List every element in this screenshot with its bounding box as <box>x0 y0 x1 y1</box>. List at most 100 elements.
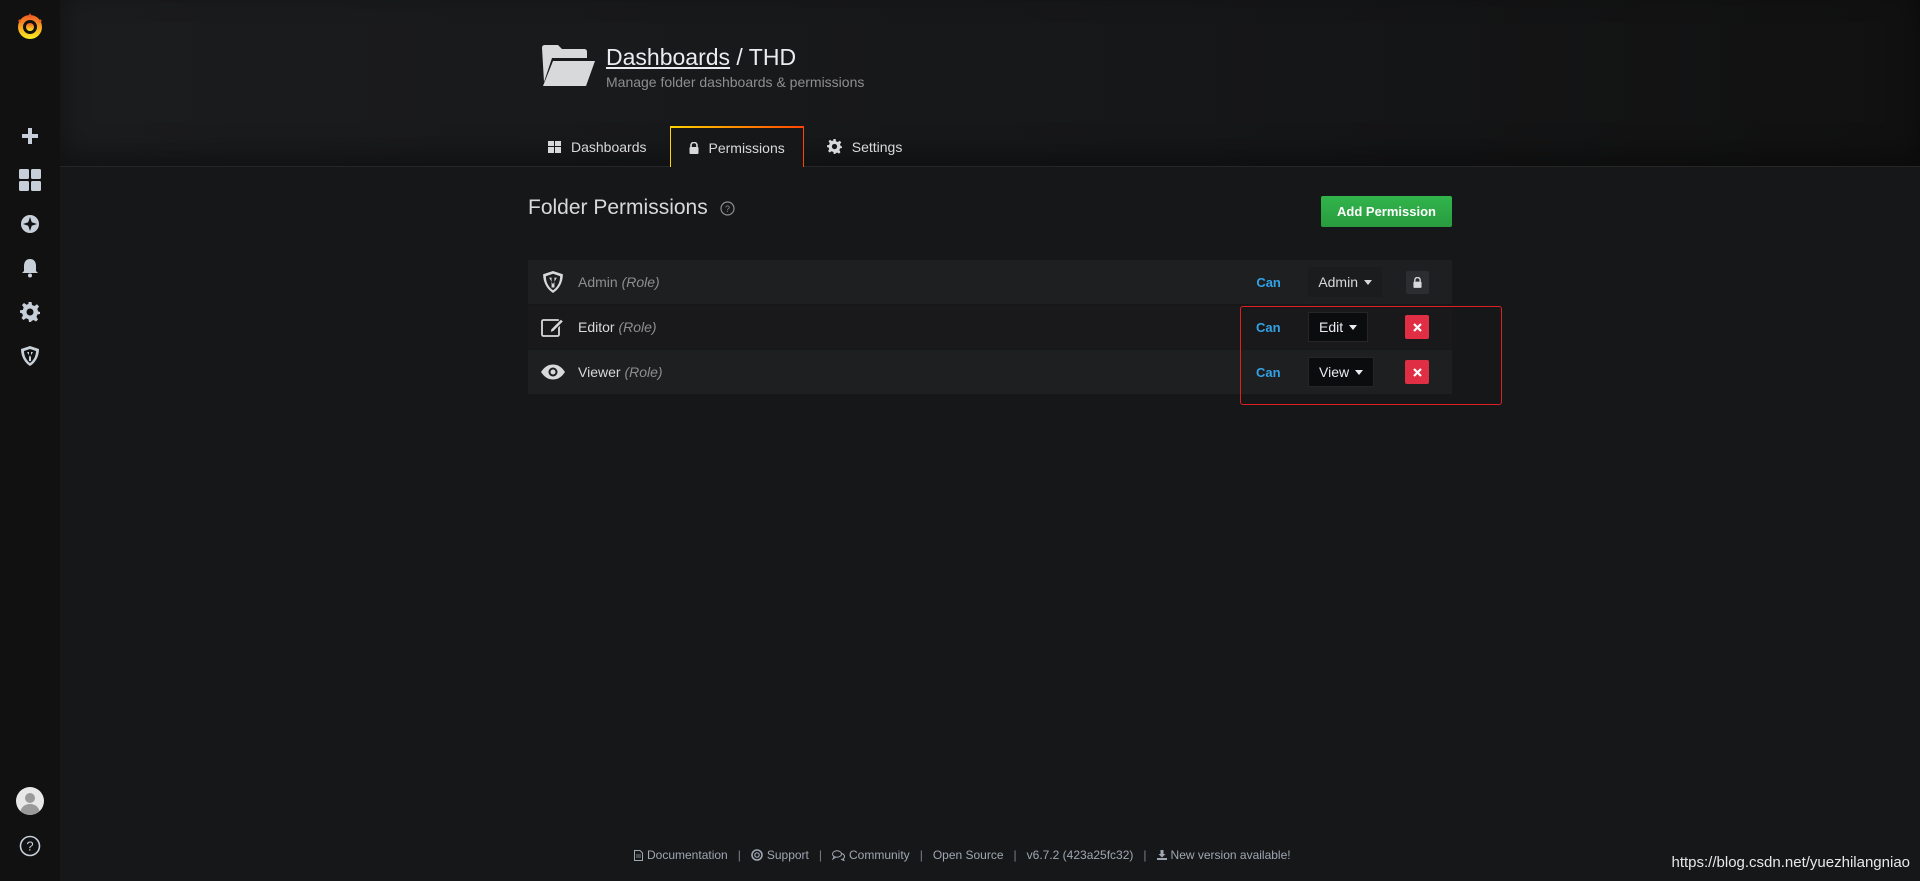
table-row: Admin (Role) Can Admin <box>528 260 1452 305</box>
sidebar-item-create[interactable] <box>0 114 60 158</box>
document-icon <box>634 849 643 861</box>
remove-permission-button[interactable] <box>1405 315 1429 339</box>
lock-icon <box>689 141 699 154</box>
help-circle-icon[interactable]: ? <box>720 200 735 216</box>
action-slot <box>1382 270 1452 294</box>
permission-level-select[interactable]: Admin <box>1308 267 1382 297</box>
role-name: Editor <box>578 319 615 335</box>
shield-icon <box>528 271 578 293</box>
table-row: Editor (Role) Can Edit <box>528 305 1452 350</box>
grafana-logo-icon[interactable] <box>15 12 45 42</box>
dashboard-grid-icon <box>19 169 41 191</box>
footer-link-text: New version available! <box>1170 848 1291 862</box>
question-icon: ? <box>19 835 41 857</box>
permissions-table: Admin (Role) Can Admin Editor (Role) Can… <box>528 260 1452 395</box>
close-icon <box>1412 367 1422 377</box>
footer-link-text: Support <box>766 848 809 862</box>
table-row: Viewer (Role) Can View <box>528 350 1452 395</box>
section-title-text: Folder Permissions <box>528 196 708 219</box>
edit-icon <box>528 317 578 337</box>
lock-button <box>1405 270 1429 294</box>
comments-icon <box>832 849 845 861</box>
caret-down-icon <box>1349 324 1358 330</box>
footer-version: v6.7.2 (423a25fc32) <box>1027 848 1134 862</box>
compass-icon <box>21 215 39 233</box>
footer-support-link[interactable]: Support <box>751 848 809 862</box>
caret-down-icon <box>1364 279 1372 285</box>
footer-community-link[interactable]: Community <box>832 848 910 862</box>
can-label: Can <box>1256 274 1281 290</box>
support-icon <box>751 849 763 861</box>
sidebar-item-server-admin[interactable] <box>0 334 60 378</box>
lock-icon <box>1412 276 1422 288</box>
role-type: (Role) <box>621 274 660 290</box>
tab-label: Dashboards <box>571 138 647 155</box>
role-type: (Role) <box>624 364 663 380</box>
action-slot <box>1382 360 1452 384</box>
permission-level-value: Edit <box>1319 319 1344 335</box>
footer-link-text: Documentation <box>647 848 728 862</box>
footer-separator: | <box>1013 848 1017 862</box>
permission-name: Admin (Role) <box>578 274 1256 290</box>
footer: Documentation | Support | Community | Op… <box>634 848 1291 862</box>
close-icon <box>1412 322 1422 332</box>
download-icon <box>1156 850 1167 860</box>
bell-icon <box>22 259 38 278</box>
sidebar-item-explore[interactable] <box>0 202 60 246</box>
permission-level-value: Admin <box>1318 274 1358 290</box>
sidebar-item-alerting[interactable] <box>0 246 60 290</box>
permission-name: Viewer (Role) <box>578 364 1256 380</box>
sidebar-item-dashboards[interactable] <box>0 158 60 202</box>
tab-label: Settings <box>851 138 903 155</box>
permission-level-select[interactable]: Edit <box>1308 312 1369 342</box>
tab-settings[interactable]: Settings <box>809 126 921 167</box>
breadcrumb-separator: / <box>730 44 749 70</box>
footer-new-version-link[interactable]: New version available! <box>1156 848 1291 862</box>
version-text: v6.7.2 (423a25fc32) <box>1026 848 1134 862</box>
tab-label: Permissions <box>708 139 785 156</box>
avatar[interactable] <box>16 787 44 815</box>
gear-icon <box>20 302 40 322</box>
section-title: Folder Permissions ? <box>528 196 735 220</box>
add-permission-button[interactable]: Add Permission <box>1321 196 1452 227</box>
page-header-background <box>60 0 1920 167</box>
side-menu: ? <box>0 0 60 881</box>
sidebar-item-help[interactable]: ? <box>0 831 60 861</box>
tab-permissions[interactable]: Permissions <box>669 126 804 168</box>
permission-level-value: View <box>1319 364 1350 380</box>
tab-bar: Dashboards Permissions Settings <box>530 126 925 168</box>
footer-open-source-link[interactable]: Open Source <box>933 848 1004 862</box>
role-name: Admin <box>578 274 618 290</box>
caret-down-icon <box>1355 369 1364 375</box>
footer-separator: | <box>919 848 923 862</box>
folder-name: THD <box>748 44 797 70</box>
breadcrumb-dashboards[interactable]: Dashboards <box>606 44 730 70</box>
role-name: Viewer <box>578 364 621 380</box>
action-slot <box>1382 315 1452 339</box>
footer-separator: | <box>818 848 822 862</box>
page-subtitle: Manage folder dashboards & permissions <box>606 74 865 90</box>
footer-documentation-link[interactable]: Documentation <box>634 848 728 862</box>
permission-name: Editor (Role) <box>578 319 1256 335</box>
grid-icon <box>548 140 561 153</box>
footer-separator: | <box>1143 848 1147 862</box>
can-label: Can <box>1256 364 1281 380</box>
folder-open-icon <box>542 45 595 86</box>
page-title: Dashboards / THD <box>606 40 864 74</box>
role-type: (Role) <box>618 319 657 335</box>
svg-text:?: ? <box>725 204 730 214</box>
footer-link-text: Open Source <box>932 848 1004 862</box>
remove-permission-button[interactable] <box>1405 360 1429 384</box>
plus-icon <box>22 128 38 144</box>
page-header: Dashboards / THD Manage folder dashboard… <box>540 40 864 90</box>
watermark-url: https://blog.csdn.net/yuezhilangniao <box>1671 854 1911 871</box>
can-label: Can <box>1256 319 1281 335</box>
permission-level-select[interactable]: View <box>1308 357 1375 387</box>
eye-icon <box>528 364 578 380</box>
svg-text:?: ? <box>26 839 33 854</box>
footer-link-text: Community <box>849 848 910 862</box>
tab-dashboards[interactable]: Dashboards <box>530 126 665 167</box>
gear-icon <box>826 139 842 154</box>
footer-separator: | <box>737 848 741 862</box>
sidebar-item-configuration[interactable] <box>0 290 60 334</box>
